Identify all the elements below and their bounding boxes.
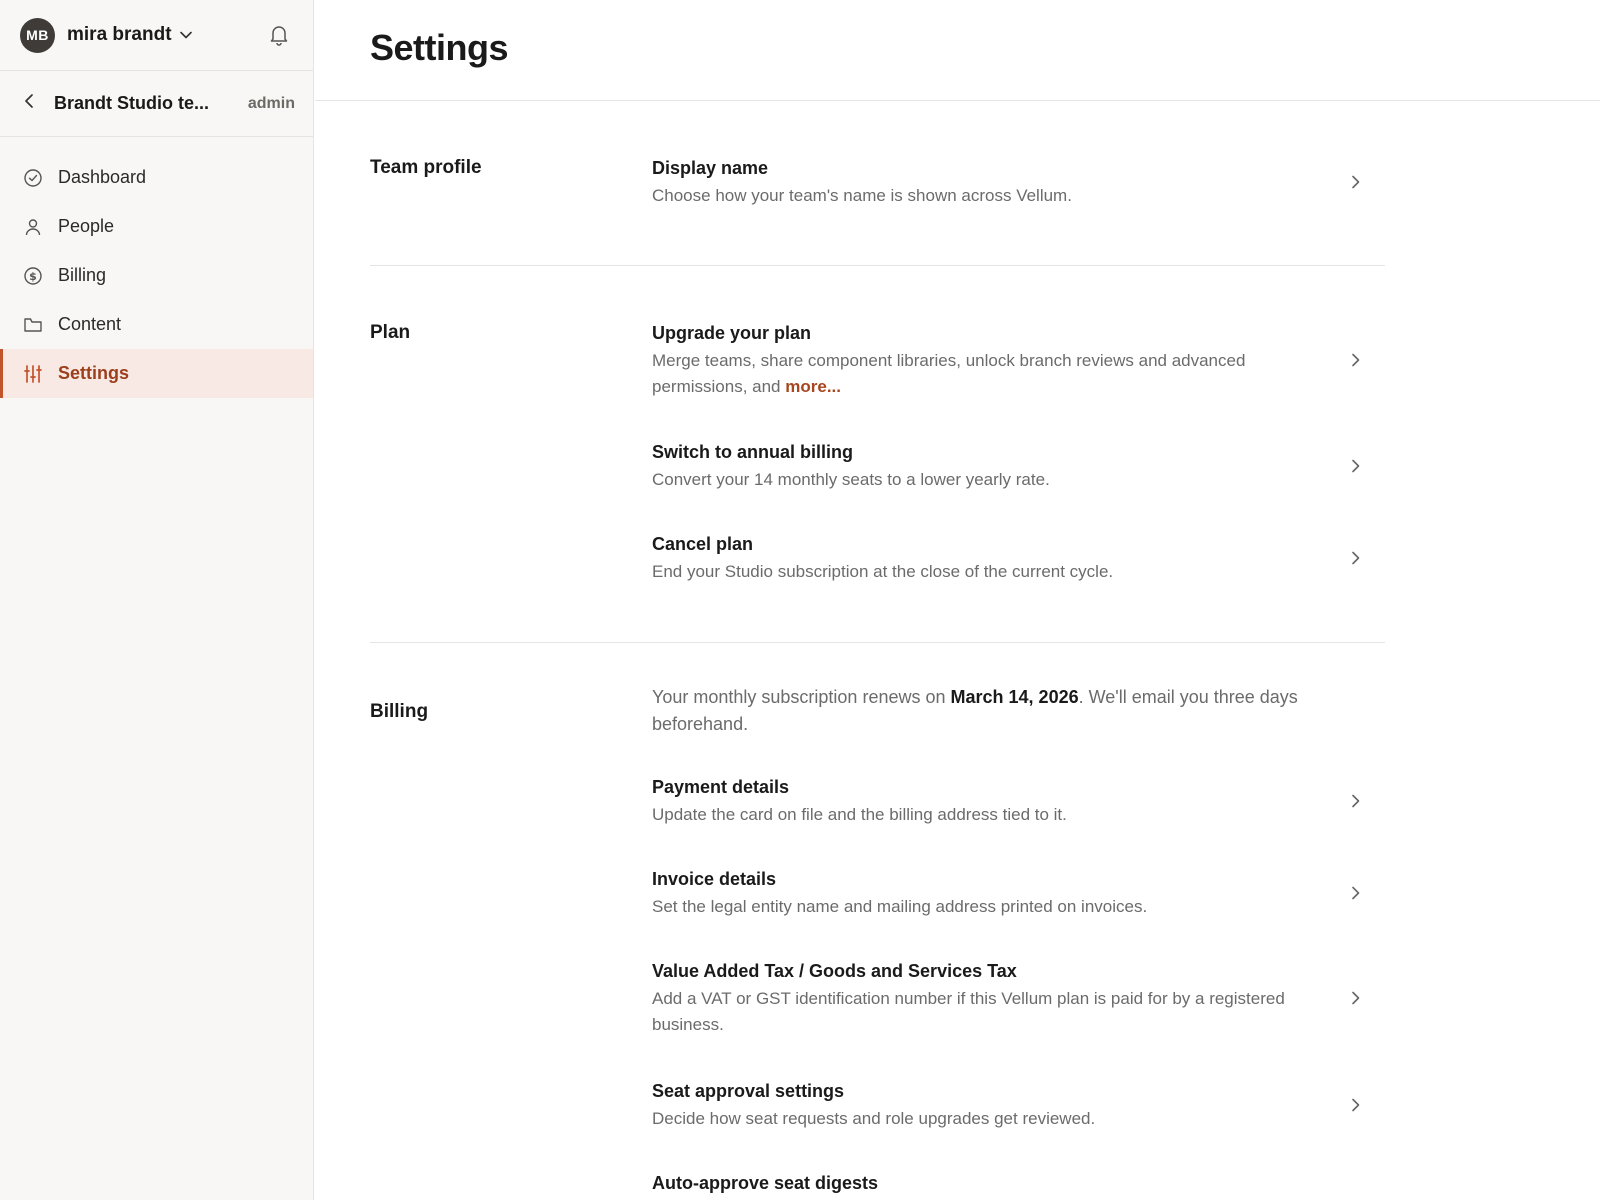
renewal-notice: Your monthly subscription renews on Marc… [652,684,1385,738]
row-description-text: Merge teams, share component libraries, … [652,351,1246,396]
row-description: Convert your 14 monthly seats to a lower… [652,470,1050,489]
settings-row-annual-billing[interactable]: Switch to annual billing Convert your 14… [652,439,1385,493]
svg-text:$: $ [29,270,37,283]
bell-icon[interactable] [269,24,289,51]
row-title: Display name [652,158,769,178]
settings-row-cancel-plan[interactable]: Cancel plan End your Studio subscription… [652,531,1385,585]
dollar-circle-icon: $ [24,266,42,285]
row-title: Seat approval settings [652,1081,845,1101]
renewal-date: March 14, 2026 [950,687,1079,707]
sidebar-item-settings[interactable]: Settings [0,349,313,398]
team-role-badge: admin [247,94,295,112]
settings-row-seat-approval[interactable]: Seat approval settings Decide how seat r… [652,1078,1385,1132]
more-link[interactable]: more... [785,377,841,396]
row-description: Merge teams, share component libraries, … [652,348,1325,400]
sidebar-item-label: Dashboard [58,167,147,187]
page-title: Settings [370,27,509,68]
section-label: Billing [370,701,429,722]
settings-row-payment-details[interactable]: Payment details Update the card on file … [652,774,1385,828]
chevron-right-icon [1351,991,1365,1005]
folder-icon [24,316,42,334]
settings-row-upgrade-plan[interactable]: Upgrade your plan Merge teams, share com… [652,320,1385,400]
row-title: Invoice details [652,869,777,889]
row-title: Cancel plan [652,534,754,554]
main-content: Settings Team profile Display name Choos… [315,0,1600,1200]
sidebar: MB mira brandt Brandt Studio te... admin… [0,0,314,1200]
row-description: Add a VAT or GST identification number i… [652,989,1285,1034]
row-description: Decide how seat requests and role upgrad… [652,1109,1096,1128]
sidebar-item-label: Content [58,314,122,334]
section-plan: Plan Upgrade your plan Merge teams, shar… [370,266,1385,643]
settings-row-invoice-details[interactable]: Invoice details Set the legal entity nam… [652,866,1385,920]
row-title: Upgrade your plan [652,323,812,343]
page-header: Settings [315,0,1600,101]
back-chevron-icon[interactable] [24,93,34,114]
sidebar-item-label: Billing [58,265,107,285]
person-icon [24,218,42,236]
user-name: mira brandt [67,24,172,45]
row-description: Update the card on file and the billing … [652,805,1067,824]
chevron-right-icon [1351,459,1365,473]
sidebar-item-dashboard[interactable]: Dashboard [0,153,313,202]
avatar: MB [20,17,55,53]
settings-row-auto-approve-digests[interactable]: Auto-approve seat digests [652,1170,1385,1196]
chevron-right-icon [1351,551,1365,565]
sliders-icon [24,364,42,383]
section-billing: Billing Your monthly subscription renews… [370,643,1385,1200]
row-title: Payment details [652,777,790,797]
chevron-right-icon [1351,886,1365,900]
row-description: Choose how your team's name is shown acr… [652,186,1072,205]
section-label: Plan [370,322,411,343]
row-title: Auto-approve seat digests [652,1173,879,1193]
check-circle-icon [24,168,42,187]
sidebar-item-content[interactable]: Content [0,300,313,349]
chevron-down-icon[interactable] [179,31,192,39]
sidebar-item-label: Settings [58,363,130,383]
chevron-right-icon [1351,353,1365,367]
row-description: Set the legal entity name and mailing ad… [652,897,1148,916]
team-switcher[interactable]: Brandt Studio te... admin [0,71,313,137]
chevron-right-icon [1351,175,1365,189]
settings-row-vat-gst[interactable]: Value Added Tax / Goods and Services Tax… [652,958,1385,1038]
sidebar-item-label: People [58,216,115,236]
row-title: Switch to annual billing [652,442,853,462]
user-menu[interactable]: MB mira brandt [0,0,313,71]
chevron-right-icon [1351,794,1365,808]
row-description: End your Studio subscription at the clos… [652,562,1114,581]
sidebar-nav: Dashboard People $ Billing Content Setti… [0,137,313,398]
chevron-right-icon [1351,1098,1365,1112]
sidebar-item-people[interactable]: People [0,202,313,251]
row-title: Value Added Tax / Goods and Services Tax [652,961,1017,981]
section-label: Team profile [370,157,482,178]
team-name: Brandt Studio te... [54,93,209,113]
settings-row-display-name[interactable]: Display name Choose how your team's name… [652,155,1385,209]
section-team-profile: Team profile Display name Choose how you… [370,101,1385,266]
sidebar-item-billing[interactable]: $ Billing [0,251,313,300]
renewal-text: Your monthly subscription renews on [652,687,946,707]
